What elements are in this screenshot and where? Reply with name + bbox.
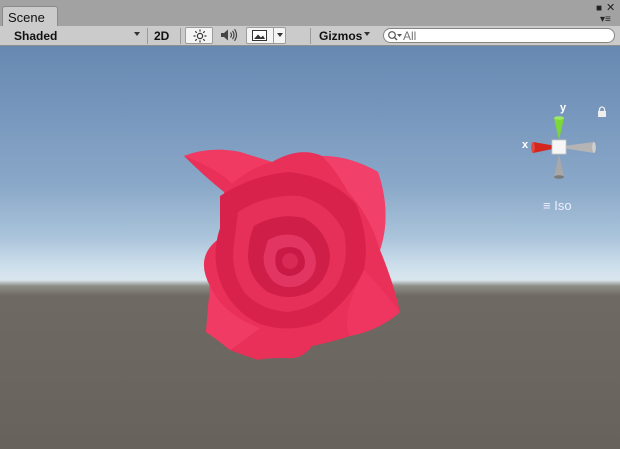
effects-dropdown[interactable] — [246, 27, 286, 44]
gizmo-y-label: y — [560, 102, 567, 114]
audio-toggle-button[interactable] — [216, 27, 242, 44]
hamburger-icon: ≡ — [543, 198, 551, 213]
toolbar-divider — [147, 28, 148, 44]
sun-icon — [193, 29, 207, 43]
projection-toggle[interactable]: ≡ Iso — [543, 198, 572, 213]
chevron-down-icon — [134, 32, 140, 36]
shading-mode-label: Shaded — [14, 29, 58, 43]
gizmo-cones — [531, 116, 596, 179]
search-icon — [388, 31, 402, 41]
chevron-down-icon — [364, 32, 370, 36]
image-icon — [252, 30, 267, 41]
gizmos-dropdown[interactable]: Gizmos — [313, 27, 375, 44]
search-input[interactable] — [403, 29, 603, 42]
tab-scene[interactable]: Scene — [2, 6, 58, 26]
projection-label: Iso — [554, 198, 572, 213]
speaker-icon — [221, 28, 238, 42]
rose-petals — [184, 149, 400, 360]
rose-model[interactable] — [180, 146, 402, 364]
close-icon[interactable]: ✕ — [606, 3, 615, 14]
panel-menu-icon[interactable]: ▾≡ — [600, 15, 611, 25]
gizmos-label: Gizmos — [319, 29, 363, 43]
toolbar-divider — [310, 28, 311, 44]
mode-2d-button[interactable]: 2D — [150, 27, 176, 44]
shading-mode-dropdown[interactable]: Shaded — [6, 27, 144, 44]
tab-bar: Scene ■ ✕ ▾≡ — [0, 0, 620, 26]
chevron-down-icon — [277, 33, 283, 37]
maximize-icon[interactable]: ■ — [596, 4, 602, 14]
orientation-gizmo[interactable]: y x — [518, 102, 600, 184]
mode-2d-label: 2D — [154, 29, 170, 43]
gizmo-x-label: x — [522, 139, 529, 151]
tab-scene-label: Scene — [8, 10, 45, 25]
scene-toolbar: Shaded 2D Gizmos All — [0, 26, 620, 46]
search-field[interactable] — [383, 28, 615, 43]
scene-viewport[interactable]: y x ≡ Iso — [0, 46, 620, 449]
lighting-toggle-button[interactable] — [185, 27, 213, 44]
toolbar-divider — [180, 28, 181, 44]
window-controls: ■ ✕ ▾≡ — [596, 2, 616, 25]
toolbar-divider — [273, 28, 274, 43]
